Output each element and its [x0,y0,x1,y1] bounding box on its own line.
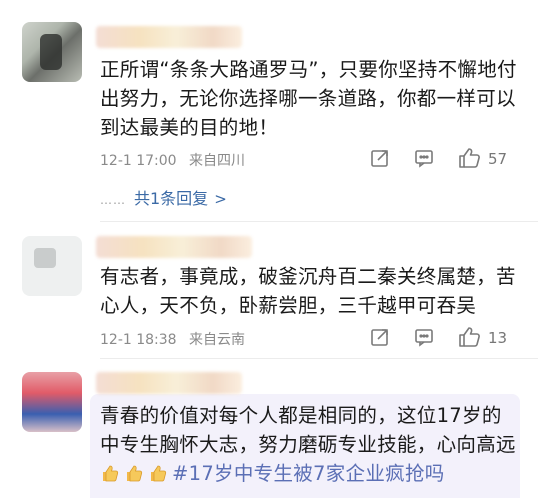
comment-body: 青春的价值对每个人都是相同的，这位17岁的中专生胸怀大志，努力磨砺专业技能，心向… [100,404,516,456]
thumbs-up-emoji-icon [127,465,143,482]
thumbs-up-emoji-icon [151,465,167,482]
comment-item-3: 青春的价值对每个人都是相同的，这位17岁的中专生胸怀大志，努力磨砺专业技能，心向… [0,0,538,498]
hashtag-link[interactable]: #17岁中专生被7家企业疯抢吗 [172,462,445,485]
avatar[interactable] [22,372,82,432]
username-blurred[interactable] [96,372,242,394]
comment-text: 青春的价值对每个人都是相同的，这位17岁的中专生胸怀大志，努力磨砺专业技能，心向… [100,401,520,488]
thumbs-up-emoji-icon [103,465,119,482]
